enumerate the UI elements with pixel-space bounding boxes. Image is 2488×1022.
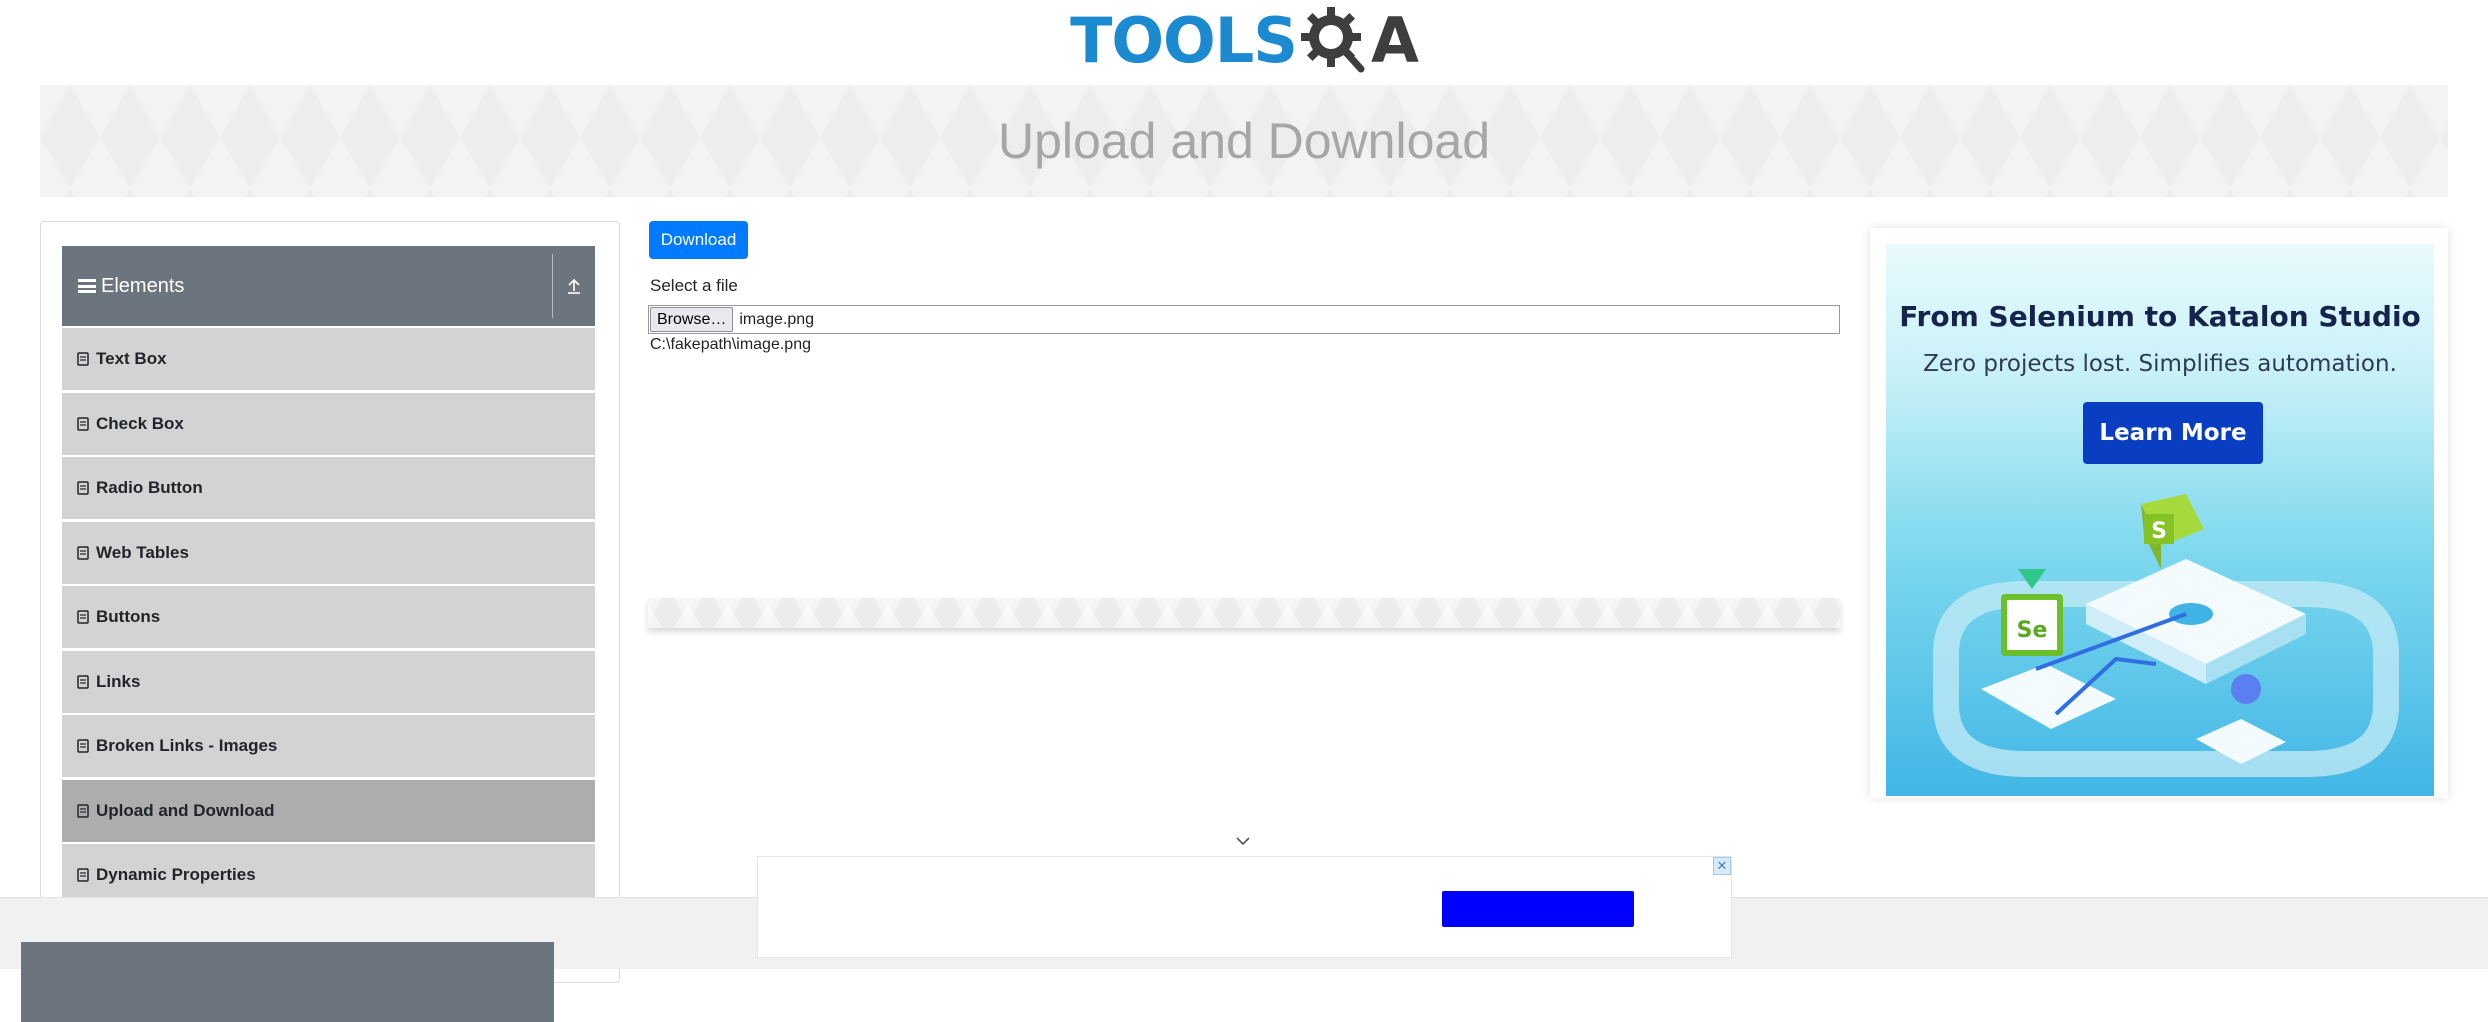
ad-title: From Selenium to Katalon Studio xyxy=(1899,300,2421,333)
bottom-ad-banner[interactable]: ✕ xyxy=(757,856,1732,958)
file-icon xyxy=(77,803,89,818)
page-title: Upload and Download xyxy=(997,113,1491,169)
svg-text:Se: Se xyxy=(2017,618,2048,643)
collapse-button[interactable] xyxy=(553,246,595,326)
menu-list: Text Box Check Box Radio Button Web Tabl… xyxy=(62,328,595,909)
sidebar-item-links[interactable]: Links xyxy=(62,650,595,713)
sidebar-item-label: Broken Links - Images xyxy=(96,736,278,755)
file-upload-input[interactable]: Browse… image.png xyxy=(648,305,1840,334)
file-icon xyxy=(77,352,89,366)
browse-button[interactable]: Browse… xyxy=(650,307,734,332)
ad-card: From Selenium to Katalon Studio Zero pro… xyxy=(1870,228,2448,798)
sphere-shape xyxy=(2231,674,2261,704)
arrow-up-icon xyxy=(568,278,580,294)
sidebar-item-label: Radio Button xyxy=(96,478,203,497)
file-icon xyxy=(77,416,89,431)
logo-text-a: A xyxy=(1370,3,1419,77)
svg-text:S: S xyxy=(2151,519,2167,544)
file-icon xyxy=(77,674,89,689)
header: TOOLS A xyxy=(0,0,2488,80)
download-button[interactable]: Download xyxy=(649,221,748,259)
logo-text-tools: TOOLS xyxy=(1070,3,1298,77)
ad-subtitle: Zero projects lost. Simplifies automatio… xyxy=(1923,351,2397,377)
ad-strip xyxy=(648,598,1840,628)
sidebar-item-buttons[interactable]: Buttons xyxy=(62,586,595,648)
katalon-ad[interactable]: From Selenium to Katalon Studio Zero pro… xyxy=(1886,244,2434,796)
file-icon xyxy=(77,610,89,624)
file-icon xyxy=(77,868,89,882)
sidebar-item-label: Check Box xyxy=(96,413,184,433)
sidebar-item-upload-and-download[interactable]: Upload and Download xyxy=(62,779,595,842)
katalon-cube-icon: S xyxy=(2141,494,2204,569)
chevron-down-icon[interactable] xyxy=(1234,835,1252,847)
page-banner: Upload and Download xyxy=(40,85,2448,197)
ad-cta-button[interactable] xyxy=(1442,891,1634,927)
ad-illustration: S Se xyxy=(1933,494,2399,777)
sidebar-item-label: Links xyxy=(96,671,141,691)
sidebar-item-web-tables[interactable]: Web Tables xyxy=(62,521,595,584)
selected-file-name: image.png xyxy=(739,310,815,328)
hamburger-icon xyxy=(78,279,96,293)
group-header-elements[interactable]: Elements xyxy=(62,246,595,326)
sidebar-item-label: Text Box xyxy=(96,349,167,368)
file-icon xyxy=(77,481,89,495)
close-icon[interactable]: ✕ xyxy=(1713,857,1731,875)
sidebar-item-check-box[interactable]: Check Box xyxy=(62,392,595,455)
left-panel: Elements Text Box Check Box Radio Button… xyxy=(40,221,620,983)
group-header-forms[interactable] xyxy=(21,942,554,1022)
uploaded-file-path: C:\fakepath\image.png xyxy=(650,336,811,353)
group-title: Elements xyxy=(101,274,185,297)
sidebar-item-broken-links[interactable]: Broken Links - Images xyxy=(62,715,595,777)
file-icon xyxy=(77,739,89,753)
sidebar-item-text-box[interactable]: Text Box xyxy=(62,328,595,390)
sidebar-item-label: Upload and Download xyxy=(96,800,275,820)
select-file-label: Select a file xyxy=(650,276,738,295)
toolsqa-logo[interactable]: TOOLS A xyxy=(1070,3,1419,77)
sidebar-item-radio-button[interactable]: Radio Button xyxy=(62,457,595,519)
gear-magnifier-icon xyxy=(1300,7,1365,73)
sidebar-item-label: Web Tables xyxy=(96,542,189,562)
file-icon xyxy=(77,545,89,560)
sidebar-item-label: Buttons xyxy=(96,607,161,626)
sidebar-item-label: Dynamic Properties xyxy=(96,865,256,884)
learn-more-button[interactable]: Learn More xyxy=(2083,402,2263,464)
selenium-cube-icon: Se xyxy=(2001,594,2063,656)
